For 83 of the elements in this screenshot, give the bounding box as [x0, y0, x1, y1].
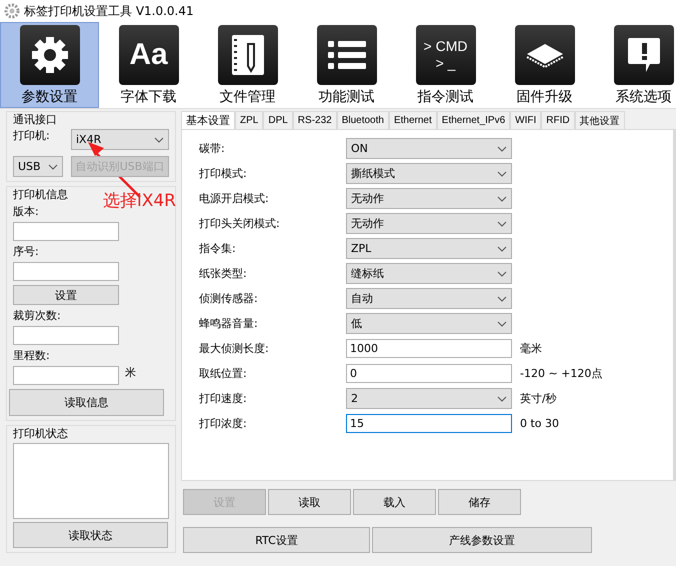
action-button[interactable]: 读取 — [268, 489, 351, 515]
printer-select[interactable]: iX4R — [71, 129, 169, 150]
setting-select[interactable]: ON — [346, 138, 512, 159]
setting-label: 碳带: — [199, 141, 226, 156]
tab[interactable]: WIFI — [510, 111, 542, 129]
read-info-button[interactable]: 读取信息 — [9, 389, 164, 416]
caret-icon — [497, 320, 507, 326]
list-icon — [328, 39, 366, 71]
unit-label: 英寸/秒 — [520, 391, 557, 406]
tab[interactable]: RFID — [541, 111, 575, 129]
tab[interactable]: Ethernet_IPv6 — [436, 111, 510, 129]
caret-icon — [497, 196, 507, 202]
setting-label: 打印头关闭模式: — [199, 216, 281, 231]
tab[interactable]: 基本设置 — [181, 111, 235, 129]
setting-select[interactable]: 撕纸模式 — [346, 163, 512, 184]
notebook-icon — [230, 34, 266, 76]
unit-label: -120 ~ +120点 — [520, 366, 602, 381]
toolbar-button[interactable]: 参数设置 — [0, 22, 99, 108]
setting-select[interactable]: 缝标纸 — [346, 263, 512, 284]
caret-icon — [497, 296, 507, 302]
caret-icon — [48, 164, 58, 170]
setting-label: 最大侦测长度: — [199, 341, 270, 356]
annotation-text: 选择iX4R — [103, 190, 176, 212]
setting-select[interactable]: 2 — [346, 388, 512, 409]
version-field[interactable] — [13, 222, 119, 241]
tab[interactable]: Ethernet — [388, 111, 437, 129]
caret-icon — [497, 270, 507, 276]
setting-label: 打印浓度: — [199, 416, 248, 431]
printer-label: 打印机: — [13, 129, 50, 142]
action-button[interactable]: 储存 — [438, 489, 521, 515]
group-title: 打印机状态 — [13, 427, 68, 440]
setting-label: 电源开启模式: — [199, 191, 270, 206]
alert-bubble-icon — [626, 36, 662, 74]
setting-label: 蜂鸣器音量: — [199, 316, 259, 331]
settings-button[interactable]: 产线参数设置 — [372, 527, 592, 553]
window-title: 标签打印机设置工具 V1.0.0.41 — [24, 2, 194, 20]
serial-label: 序号: — [13, 245, 39, 258]
serial-field[interactable] — [13, 262, 119, 281]
setting-field[interactable]: 1000 — [346, 339, 512, 358]
mileage-field[interactable] — [13, 366, 119, 385]
action-button[interactable]: 载入 — [353, 489, 436, 515]
setting-label: 纸张类型: — [199, 266, 248, 281]
gear-icon — [4, 3, 20, 19]
caret-icon — [154, 136, 164, 142]
tab[interactable]: Bluetooth — [336, 111, 389, 129]
setting-field[interactable]: 15 — [346, 414, 512, 433]
caret-icon — [497, 396, 507, 402]
caret-icon — [497, 170, 507, 176]
unit-label: 0 to 30 — [520, 417, 560, 430]
group-title: 打印机信息 — [13, 188, 68, 201]
tab[interactable]: RS-232 — [292, 111, 337, 129]
command-prompt-icon: > CMD > _ — [424, 38, 468, 72]
setting-label: 打印模式: — [199, 166, 248, 181]
read-status-button[interactable]: 读取状态 — [13, 522, 168, 548]
set-button[interactable]: 设置 — [13, 285, 119, 305]
setting-label: 取纸位置: — [199, 366, 248, 381]
tab[interactable]: ZPL — [235, 111, 264, 129]
setting-select[interactable]: 自动 — [346, 288, 512, 309]
font-icon: Aa — [129, 38, 168, 72]
setting-select[interactable]: 无动作 — [346, 213, 512, 234]
setting-select[interactable]: ZPL — [346, 238, 512, 259]
gear-icon — [30, 36, 68, 74]
port-select[interactable]: USB — [13, 156, 63, 177]
setting-select[interactable]: 无动作 — [346, 188, 512, 209]
mileage-label: 里程数: — [13, 349, 50, 362]
caret-icon — [497, 246, 507, 252]
setting-select[interactable]: 低 — [346, 313, 512, 334]
tab[interactable]: 其他设置 — [574, 111, 625, 129]
unit-label: 米 — [125, 366, 136, 379]
caret-icon — [497, 220, 507, 226]
version-label: 版本: — [13, 205, 39, 218]
group-title: 通讯接口 — [13, 113, 57, 126]
cut-count-field[interactable] — [13, 326, 119, 345]
setting-label: 打印速度: — [199, 391, 248, 406]
unit-label: 毫米 — [520, 341, 542, 356]
status-box[interactable] — [13, 443, 169, 519]
settings-button[interactable]: RTC设置 — [183, 527, 370, 553]
setting-label: 指令集: — [199, 241, 237, 256]
setting-field[interactable]: 0 — [346, 364, 512, 383]
tab[interactable]: DPL — [263, 111, 293, 129]
setting-label: 侦测传感器: — [199, 291, 259, 306]
caret-icon — [497, 146, 507, 152]
cut-count-label: 裁剪次数: — [13, 309, 61, 322]
